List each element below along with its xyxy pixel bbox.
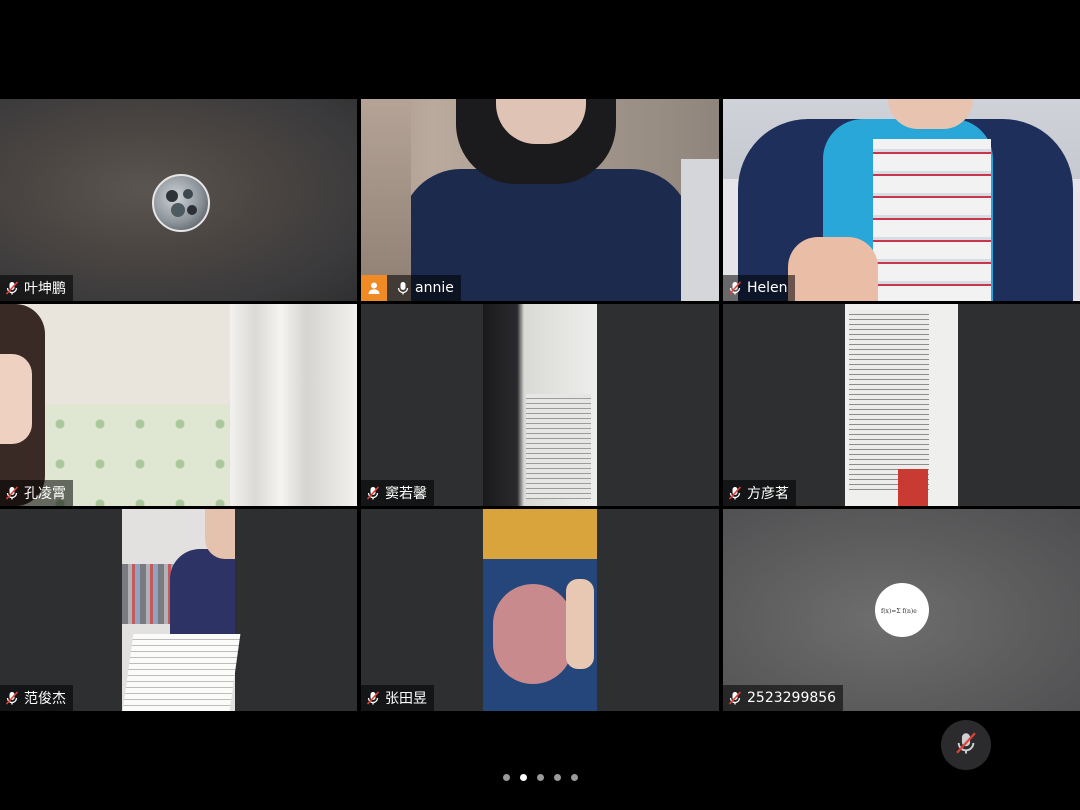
face-shape	[0, 354, 32, 444]
book-spine	[898, 469, 928, 506]
video-tile-6[interactable]: 方彦茗	[723, 304, 1080, 506]
mic-muted-icon	[4, 280, 20, 296]
participant-label: 张田昱	[361, 685, 434, 711]
hand-shape	[788, 237, 878, 301]
participant-label: 窦若馨	[361, 480, 434, 506]
svg-text:f(x)=Σ f(n)e: f(x)=Σ f(n)e	[881, 608, 917, 615]
book-page	[526, 394, 591, 499]
mic-muted-icon	[727, 280, 743, 296]
mic-muted-icon	[727, 485, 743, 501]
participant-name: 范俊杰	[24, 691, 66, 707]
page-dot-2[interactable]	[519, 774, 527, 781]
book-page	[849, 310, 929, 490]
striped-shirt	[873, 139, 991, 301]
page-dot-1[interactable]	[502, 774, 510, 781]
video-tile-2[interactable]: annie	[361, 99, 719, 301]
mic-muted-icon	[727, 690, 743, 706]
participant-label: 叶坤鹏	[0, 275, 73, 301]
participant-name: 窦若馨	[385, 486, 427, 502]
participant-name: 2523299856	[747, 690, 837, 706]
participant-name: 叶坤鹏	[24, 281, 66, 297]
participant-name: annie	[415, 280, 454, 296]
video-tile-5[interactable]: 窦若馨	[361, 304, 719, 506]
avatar: f(x)=Σ f(n)e	[875, 583, 929, 637]
participant-label: 孔凌霄	[0, 480, 73, 506]
mic-muted-icon	[953, 730, 979, 760]
video-grid: 叶坤鹏 annie Helen 孔凌霄 窦若馨 方彦茗 范俊杰 张田昱 f(x)…	[0, 99, 1080, 711]
wall-shape	[361, 99, 411, 301]
host-badge-icon	[361, 275, 387, 301]
participant-name: Helen	[747, 280, 788, 296]
mute-toggle-button[interactable]	[941, 720, 991, 770]
book-stack	[681, 159, 719, 301]
page-indicator	[0, 774, 1080, 781]
avatar	[152, 174, 210, 232]
face-shape	[205, 509, 235, 559]
participant-label: 范俊杰	[0, 685, 73, 711]
participant-label: 方彦茗	[723, 480, 796, 506]
mic-muted-icon	[4, 690, 20, 706]
participant-label: annie	[361, 275, 461, 301]
video-tile-3[interactable]: Helen	[723, 99, 1080, 301]
video-tile-7[interactable]: 范俊杰	[0, 509, 357, 711]
page-dot-4[interactable]	[553, 774, 561, 781]
bookshelf	[122, 564, 177, 624]
notebook	[122, 634, 241, 711]
video-tile-1[interactable]: 叶坤鹏	[0, 99, 357, 301]
mic-on-icon	[395, 280, 411, 296]
participant-label: Helen	[723, 275, 795, 301]
participant-name: 方彦茗	[747, 486, 789, 502]
curtain	[230, 304, 357, 506]
video-tile-4[interactable]: 孔凌霄	[0, 304, 357, 506]
page-dot-3[interactable]	[536, 774, 544, 781]
participant-name: 孔凌霄	[24, 486, 66, 502]
video-tile-8[interactable]: 张田昱	[361, 509, 719, 711]
participant-name: 张田昱	[385, 691, 427, 707]
shirt-shape	[170, 549, 235, 639]
video-tile-9[interactable]: f(x)=Σ f(n)e 2523299856	[723, 509, 1080, 711]
bear-print	[493, 584, 573, 684]
mic-muted-icon	[4, 485, 20, 501]
hand-shape	[566, 579, 594, 669]
sleeve-shape	[483, 509, 597, 559]
mic-muted-icon	[365, 690, 381, 706]
participant-label: 2523299856	[723, 685, 844, 711]
page-dot-5[interactable]	[570, 774, 578, 781]
mic-muted-icon	[365, 485, 381, 501]
